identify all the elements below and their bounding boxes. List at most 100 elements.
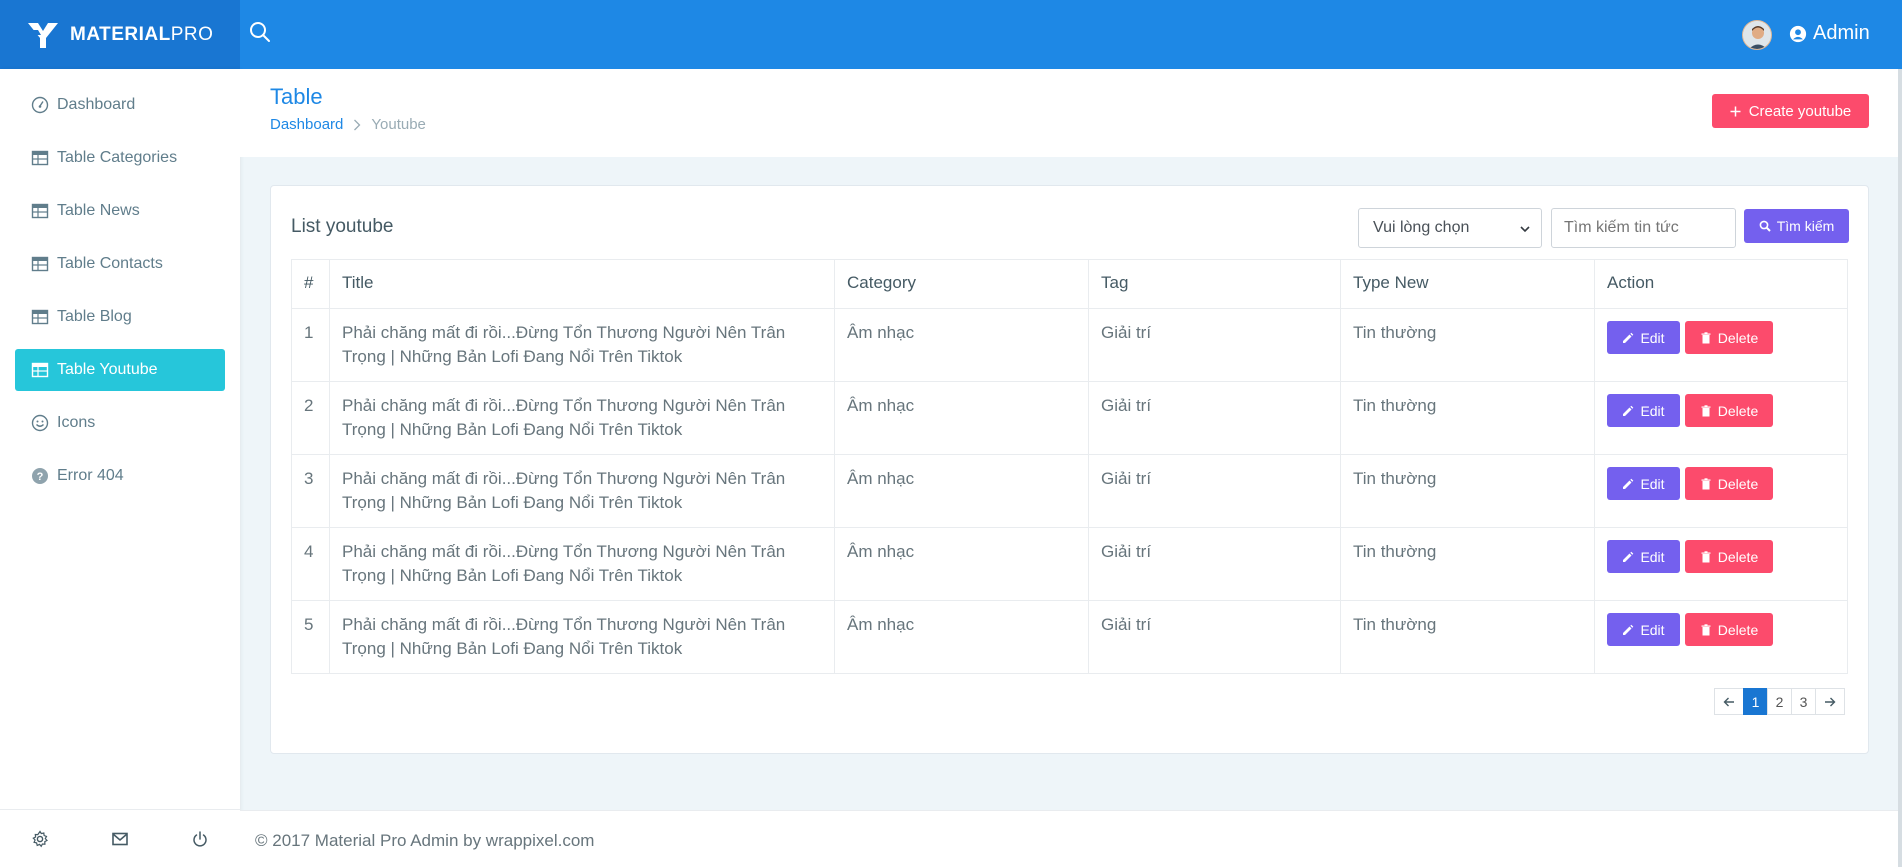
row-actions: Edit Delete xyxy=(1594,381,1848,455)
row-category: Âm nhạc xyxy=(834,454,1089,528)
sidebar-item-table-news[interactable]: Table News xyxy=(15,190,225,232)
table-row: 3 Phải chăng mất đi rồi...Đừng Tổn Thươn… xyxy=(291,454,1848,528)
user-menu[interactable]: Admin xyxy=(1789,22,1870,45)
table-row: 5 Phải chăng mất đi rồi...Đừng Tổn Thươn… xyxy=(291,600,1848,674)
sidebar-item-table-youtube[interactable]: Table Youtube xyxy=(15,349,225,391)
row-number: 5 xyxy=(291,600,330,674)
breadcrumb-dashboard[interactable]: Dashboard xyxy=(270,116,343,133)
edit-button[interactable]: Edit xyxy=(1607,394,1680,427)
delete-button[interactable]: Delete xyxy=(1685,321,1773,354)
row-title: Phải chăng mất đi rồi...Đừng Tổn Thương … xyxy=(329,527,835,601)
edit-label: Edit xyxy=(1640,402,1665,419)
create-youtube-button[interactable]: Create youtube xyxy=(1712,94,1869,128)
row-type: Tin thường xyxy=(1340,381,1595,455)
logout-button[interactable] xyxy=(160,810,240,867)
edit-label: Edit xyxy=(1640,329,1665,346)
page-header: Table Dashboard Youtube Create youtube xyxy=(240,69,1902,157)
search-button[interactable]: Tìm kiếm xyxy=(1744,209,1849,243)
youtube-list-card: List youtube Vui lòng chọn Tìm kiếm # Ti… xyxy=(270,185,1869,754)
sidebar-item-label: Table Categories xyxy=(57,149,178,166)
row-actions: Edit Delete xyxy=(1594,308,1848,382)
edit-button[interactable]: Edit xyxy=(1607,467,1680,500)
sidebar-item-dashboard[interactable]: Dashboard xyxy=(15,84,225,126)
edit-button[interactable]: Edit xyxy=(1607,613,1680,646)
row-type: Tin thường xyxy=(1340,527,1595,601)
column-header-category: Category xyxy=(834,259,1089,309)
sidebar-item-label: Table Contacts xyxy=(57,255,163,272)
column-header-type-new: Type New xyxy=(1340,259,1595,309)
row-type: Tin thường xyxy=(1340,308,1595,382)
sidebar-item-label: Icons xyxy=(57,414,96,431)
table-row: 4 Phải chăng mất đi rồi...Đừng Tổn Thươn… xyxy=(291,527,1848,601)
row-actions: Edit Delete xyxy=(1594,600,1848,674)
trash-icon xyxy=(1701,550,1711,562)
sidebar-item-error-404[interactable]: ? Error 404 xyxy=(15,455,225,497)
sidebar-item-icons[interactable]: Icons xyxy=(15,402,225,444)
edit-button[interactable]: Edit xyxy=(1607,540,1680,573)
trash-icon xyxy=(1701,477,1711,489)
sidebar-item-table-contacts[interactable]: Table Contacts xyxy=(15,243,225,285)
delete-button[interactable]: Delete xyxy=(1685,540,1773,573)
card-title: List youtube xyxy=(291,216,394,237)
table-icon xyxy=(31,150,49,166)
row-title: Phải chăng mất đi rồi...Đừng Tổn Thương … xyxy=(329,600,835,674)
row-actions: Edit Delete xyxy=(1594,527,1848,601)
page-scrollbar[interactable] xyxy=(1898,69,1902,867)
table-icon xyxy=(31,256,49,272)
pencil-icon xyxy=(1623,478,1634,489)
row-tag: Giải trí xyxy=(1088,381,1341,455)
column-header-tag: Tag xyxy=(1088,259,1341,309)
user-circle-icon xyxy=(1789,25,1807,42)
delete-label: Delete xyxy=(1717,329,1759,346)
delete-button[interactable]: Delete xyxy=(1685,467,1773,500)
sidebar-item-table-blog[interactable]: Table Blog xyxy=(15,296,225,338)
pencil-icon xyxy=(1623,332,1634,343)
row-tag: Giải trí xyxy=(1088,308,1341,382)
brand[interactable]: MATERIALPRO xyxy=(0,0,240,69)
delete-button[interactable]: Delete xyxy=(1685,613,1773,646)
row-category: Âm nhạc xyxy=(834,308,1089,382)
settings-button[interactable] xyxy=(0,810,80,867)
table-icon xyxy=(31,309,49,325)
chevron-right-icon xyxy=(354,119,361,130)
row-category: Âm nhạc xyxy=(834,600,1089,674)
row-title: Phải chăng mất đi rồi...Đừng Tổn Thương … xyxy=(329,381,835,455)
search-input[interactable] xyxy=(1551,208,1736,248)
sidebar-item-label: Dashboard xyxy=(57,96,136,113)
page-2-button[interactable]: 2 xyxy=(1767,688,1792,715)
trash-icon xyxy=(1701,623,1711,635)
table-icon xyxy=(31,362,49,378)
search-icon[interactable] xyxy=(248,20,272,44)
category-select[interactable]: Vui lòng chọn xyxy=(1358,208,1542,248)
edit-label: Edit xyxy=(1640,548,1665,565)
materialpro-logo-icon xyxy=(28,22,58,48)
table-icon xyxy=(31,203,49,219)
arrow-right-icon xyxy=(1825,697,1836,706)
row-tag: Giải trí xyxy=(1088,527,1341,601)
row-number: 2 xyxy=(291,381,330,455)
brand-name: MATERIALPRO xyxy=(70,24,213,46)
sidebar-item-table-categories[interactable]: Table Categories xyxy=(15,137,225,179)
edit-button[interactable]: Edit xyxy=(1607,321,1680,354)
row-category: Âm nhạc xyxy=(834,381,1089,455)
delete-button[interactable]: Delete xyxy=(1685,394,1773,427)
prev-page-button[interactable] xyxy=(1714,688,1744,715)
pencil-icon xyxy=(1623,551,1634,562)
smile-icon xyxy=(31,414,49,432)
next-page-button[interactable] xyxy=(1815,688,1845,715)
avatar[interactable] xyxy=(1742,20,1772,50)
page-3-button[interactable]: 3 xyxy=(1791,688,1816,715)
youtube-table: # Title Category Tag Type New Action 1 P… xyxy=(291,259,1848,674)
plus-icon xyxy=(1730,106,1741,116)
row-actions: Edit Delete xyxy=(1594,454,1848,528)
row-number: 4 xyxy=(291,527,330,601)
page-1-button[interactable]: 1 xyxy=(1743,688,1768,715)
mail-button[interactable] xyxy=(80,810,160,867)
chevron-down-icon xyxy=(1520,226,1530,233)
breadcrumb: Dashboard Youtube xyxy=(270,116,426,133)
mail-icon xyxy=(112,832,128,845)
edit-label: Edit xyxy=(1640,475,1665,492)
category-select-value: Vui lòng chọn xyxy=(1373,219,1470,236)
sidebar-item-label: Error 404 xyxy=(57,467,124,484)
edit-label: Edit xyxy=(1640,621,1665,638)
